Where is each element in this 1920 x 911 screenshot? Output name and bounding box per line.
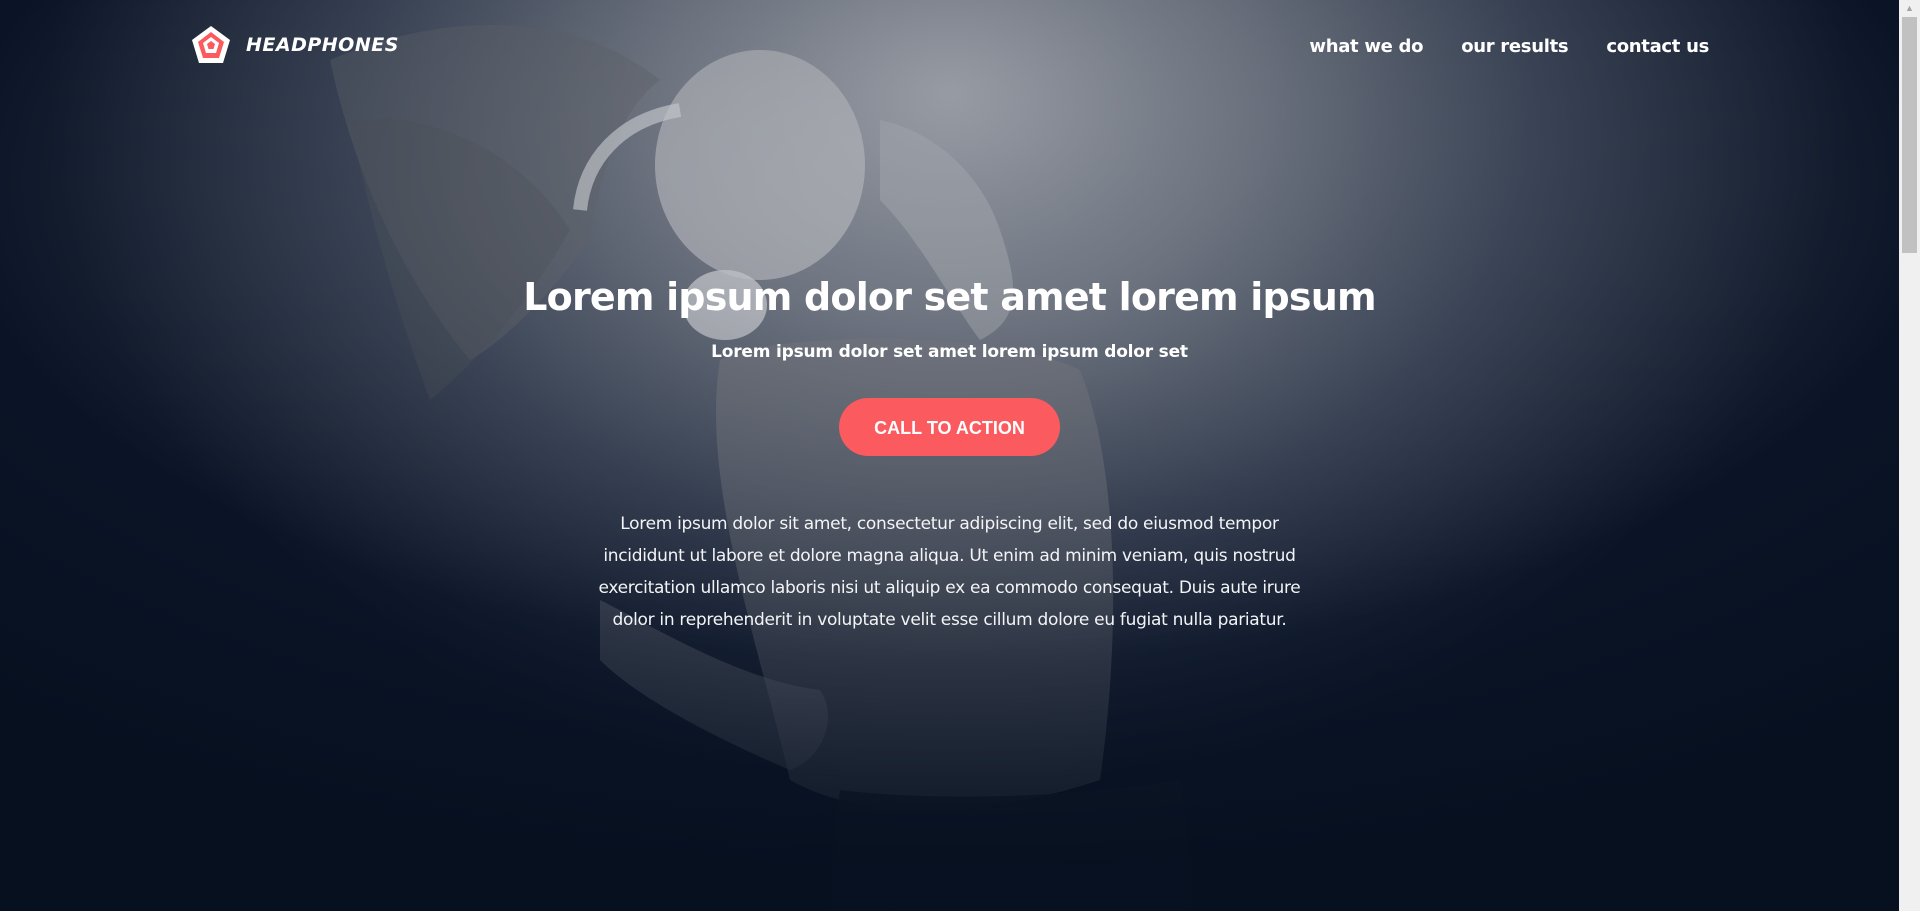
page-viewport: HEADPHONES what we do our results contac…	[0, 0, 1899, 911]
hero-subtitle: Lorem ipsum dolor set amet lorem ipsum d…	[711, 342, 1188, 362]
site-header: HEADPHONES what we do our results contac…	[0, 0, 1899, 100]
nav-link-what-we-do[interactable]: what we do	[1309, 36, 1423, 57]
brand-name: HEADPHONES	[246, 34, 399, 56]
vertical-scrollbar[interactable]: ▲	[1899, 0, 1920, 911]
hero-title: Lorem ipsum dolor set amet lorem ipsum	[523, 275, 1376, 319]
hero-content: Lorem ipsum dolor set amet lorem ipsum L…	[0, 270, 1899, 636]
pentagon-logo-icon	[192, 26, 230, 63]
call-to-action-button[interactable]: CALL TO ACTION	[839, 398, 1060, 456]
hero-paragraph: Lorem ipsum dolor sit amet, consectetur …	[598, 514, 1301, 630]
main-navigation: what we do our results contact us	[1309, 36, 1709, 57]
nav-link-contact-us[interactable]: contact us	[1606, 36, 1709, 57]
scrollbar-thumb[interactable]	[1902, 17, 1917, 253]
scroll-up-arrow-icon[interactable]: ▲	[1899, 0, 1920, 17]
brand-logo[interactable]: HEADPHONES	[190, 24, 399, 66]
nav-link-our-results[interactable]: our results	[1461, 36, 1568, 57]
